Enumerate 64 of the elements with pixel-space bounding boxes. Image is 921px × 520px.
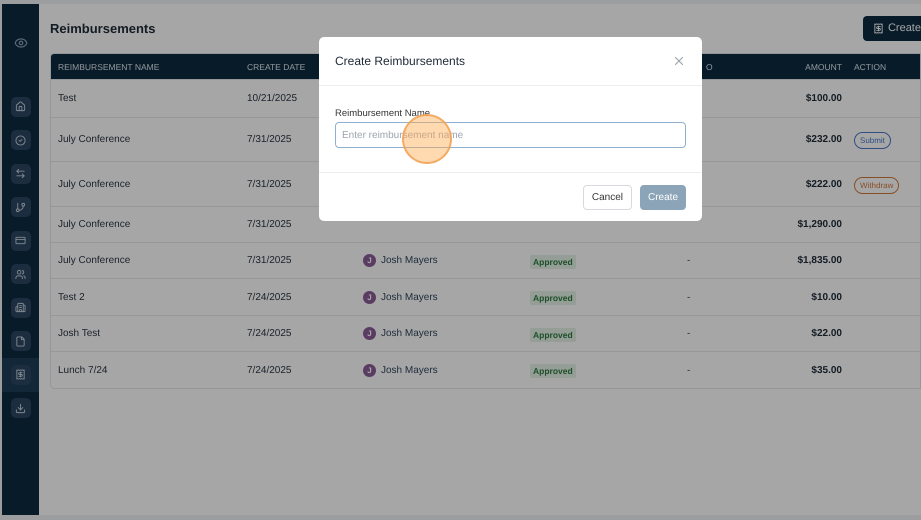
column-header: REIMBURSEMENT NAME [57, 62, 160, 72]
input-field[interactable]: Enter reimbursement name [335, 122, 686, 148]
column-header: AMOUNT [804, 62, 842, 72]
amount-cell-text: $10.00 [810, 292, 842, 302]
home-icon [10, 96, 30, 117]
submit-button[interactable]: Submit [854, 132, 891, 149]
create-button[interactable]: Create [862, 16, 921, 40]
table-cell: Josh Mayers [381, 364, 438, 376]
receipt-icon [10, 364, 30, 385]
table-cell-text: Josh Test [57, 328, 102, 339]
receipt-icon [872, 22, 884, 34]
table-cell: Josh Mayers [381, 255, 438, 266]
amount-cell-text: $222.00 [804, 178, 842, 190]
status-badge: Approved [530, 328, 576, 342]
table-cell-text: 7/31/2025 [246, 178, 292, 190]
avatar: J [363, 290, 376, 304]
branch-icon [10, 197, 30, 218]
amount-cell-text: $1,835.00 [796, 255, 842, 266]
table-cell-text: - [686, 328, 692, 339]
table-cell-text: 7/31/2025 [246, 255, 292, 266]
amount-cell-text: $100.00 [804, 93, 842, 104]
building-icon [10, 298, 30, 318]
table-cell-text: 10/21/2025 [246, 93, 298, 104]
avatar: J [363, 364, 376, 376]
table-cell-text: Test [57, 93, 78, 104]
table-cell-text: Test 2 [57, 292, 86, 302]
page-title: Reimbursements [50, 20, 156, 36]
column-header: ACTION [853, 62, 888, 72]
table-cell-text: Lunch 7/24 [57, 364, 108, 376]
table-cell-text: 7/24/2025 [246, 292, 292, 302]
table-cell-text: July Conference [57, 178, 132, 190]
withdraw-button[interactable]: Withdraw [854, 176, 900, 194]
table-cell-text: July Conference [57, 219, 132, 230]
status-badge: Approved [530, 254, 576, 268]
table-cell-text: - [686, 292, 692, 302]
table-cell-text: 7/31/2025 [246, 219, 292, 230]
sidebar-item[interactable] [2, 358, 39, 392]
avatar: J [363, 254, 376, 267]
avatar: J [363, 327, 376, 340]
amount-cell-text: $22.00 [810, 328, 842, 339]
card-icon [10, 230, 30, 251]
cancel-button[interactable]: Cancel [582, 184, 632, 210]
table-cell-text: July Conference [57, 255, 132, 266]
close-icon[interactable] [672, 54, 686, 68]
amount-cell-text: $1,290.00 [796, 219, 842, 230]
file-icon [10, 331, 30, 352]
table-cell-text: - [686, 255, 692, 266]
download-icon [10, 398, 30, 418]
field-label: Reimbursement Name [335, 108, 432, 119]
amount-cell-text: $232.00 [804, 134, 842, 145]
users-icon [10, 264, 30, 284]
dialog-title: Create Reimbursements [335, 54, 466, 68]
table-cell-text: July Conference [57, 134, 132, 145]
table-cell: Josh Mayers [381, 328, 438, 339]
status-badge: Approved [530, 291, 576, 305]
status-badge: Approved [530, 364, 576, 378]
table-cell: Josh Mayers [381, 292, 438, 302]
column-header: CREATE DATE [246, 62, 306, 72]
column-header: O [705, 62, 714, 72]
table-cell-text: - [686, 364, 692, 376]
amount-cell-text: $35.00 [810, 364, 842, 376]
table-cell-text: 7/24/2025 [246, 364, 292, 376]
arrows-icon [10, 164, 30, 184]
table-cell-text: 7/24/2025 [246, 328, 292, 339]
